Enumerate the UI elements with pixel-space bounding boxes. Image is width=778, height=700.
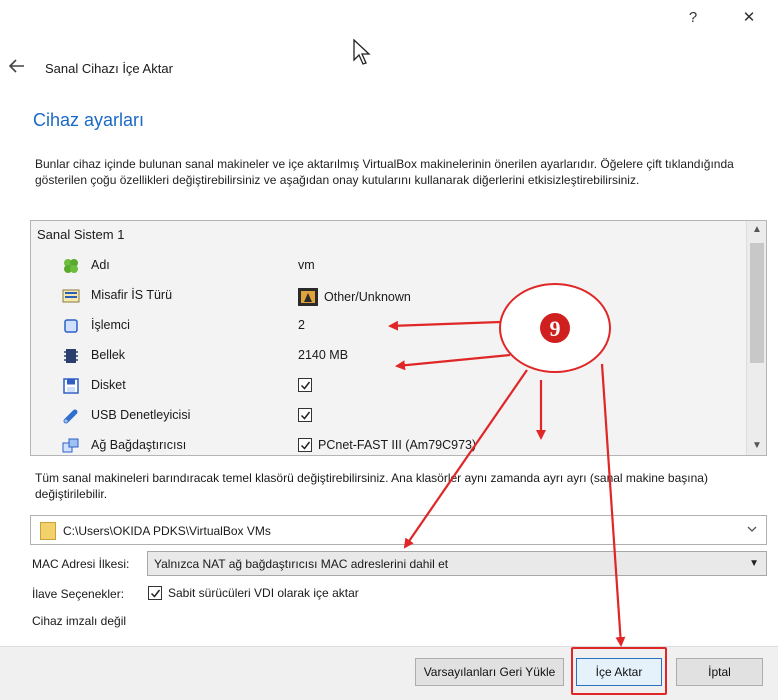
- mouse-cursor-icon: [353, 38, 371, 65]
- signature-status: Cihaz imzalı değil: [32, 614, 127, 628]
- close-button[interactable]: ✕: [734, 6, 764, 30]
- extra-options-label: İlave Seçenekler:: [32, 587, 125, 601]
- scroll-up-icon[interactable]: ▲: [747, 221, 766, 239]
- scroll-thumb[interactable]: [750, 243, 764, 363]
- row-value: [298, 378, 312, 392]
- import-vdi-checkbox[interactable]: [148, 586, 162, 600]
- appliance-settings-tree[interactable]: Sanal Sistem 1 Adı vm Misafir İS Türü Ot…: [30, 220, 767, 456]
- mac-policy-select[interactable]: Yalnızca NAT ağ bağdaştırıcısı MAC adres…: [147, 551, 767, 576]
- row-label: Disket: [91, 378, 126, 392]
- restore-defaults-button[interactable]: Varsayılanları Geri Yükle: [415, 658, 564, 686]
- unknown-os-icon: [298, 288, 318, 306]
- row-label: Adı: [91, 258, 110, 272]
- row-label: Bellek: [91, 348, 126, 362]
- row-value-text: 2: [298, 318, 305, 332]
- checkmark-icon: [300, 441, 310, 450]
- tree-row-cpu[interactable]: İşlemci 2: [31, 311, 745, 341]
- cpu-icon: [64, 319, 78, 333]
- back-arrow-icon[interactable]: [6, 56, 28, 76]
- row-value-text: 2140 MB: [298, 348, 349, 362]
- network-checkbox[interactable]: [298, 438, 312, 452]
- row-value: Other/Unknown: [298, 288, 411, 306]
- base-folder-combo[interactable]: C:\Users\OKIDA PDKS\VirtualBox VMs: [30, 515, 767, 545]
- folder-icon: [40, 522, 56, 540]
- base-folder-note: Tüm sanal makineleri barındıracak temel …: [35, 471, 708, 501]
- checkmark-icon: [300, 381, 310, 390]
- os-type-icon: [62, 289, 80, 303]
- tree-scrollbar[interactable]: ▲ ▼: [746, 221, 766, 455]
- checkmark-icon: [150, 589, 160, 598]
- dialog-title: Sanal Cihazı İçe Aktar: [45, 61, 173, 76]
- usb-icon: [63, 409, 78, 424]
- dropdown-arrow-icon[interactable]: ▼: [749, 558, 759, 569]
- tree-row-memory[interactable]: Bellek 2140 MB: [31, 341, 745, 371]
- tree-row-name[interactable]: Adı vm: [31, 251, 745, 281]
- import-highlight-box: [571, 647, 667, 695]
- mac-policy-label: MAC Adresi İlkesi:: [32, 557, 130, 571]
- name-icon: [64, 259, 78, 273]
- row-value: vm: [298, 258, 315, 272]
- row-value-text: PCnet-FAST III (Am79C973): [318, 438, 477, 452]
- chevron-down-icon[interactable]: [746, 523, 758, 535]
- tree-row-network[interactable]: Ağ Bağdaştırıcısı PCnet-FAST III (Am79C9…: [31, 431, 745, 455]
- import-vdi-label: Sabit sürücüleri VDI olarak içe aktar: [168, 586, 359, 600]
- row-label: Ağ Bağdaştırıcısı: [91, 438, 187, 452]
- memory-icon: [64, 349, 78, 363]
- virtual-system-group[interactable]: Sanal Sistem 1: [37, 227, 124, 242]
- usb-checkbox[interactable]: [298, 408, 312, 422]
- row-value: [298, 408, 312, 422]
- floppy-checkbox[interactable]: [298, 378, 312, 392]
- checkmark-icon: [300, 411, 310, 420]
- tree-row-os-type[interactable]: Misafir İS Türü Other/Unknown: [31, 281, 745, 311]
- tree-row-floppy[interactable]: Disket: [31, 371, 745, 401]
- import-vdi-option[interactable]: Sabit sürücüleri VDI olarak içe aktar: [148, 586, 359, 600]
- row-value-text: vm: [298, 258, 315, 272]
- row-value-text: Other/Unknown: [324, 290, 411, 304]
- row-label: USB Denetleyicisi: [91, 408, 191, 422]
- row-value: 2140 MB: [298, 348, 348, 362]
- section-description: Bunlar cihaz içinde bulunan sanal makine…: [35, 157, 734, 187]
- cancel-button[interactable]: İptal: [676, 658, 763, 686]
- help-button[interactable]: ?: [678, 6, 708, 30]
- row-label: İşlemci: [91, 318, 130, 332]
- network-icon: [62, 438, 79, 453]
- scroll-down-icon[interactable]: ▼: [747, 437, 766, 455]
- base-folder-path: C:\Users\OKIDA PDKS\VirtualBox VMs: [63, 524, 271, 538]
- row-value: PCnet-FAST III (Am79C973): [298, 438, 476, 452]
- section-title: Cihaz ayarları: [33, 110, 145, 130]
- row-label: Misafir İS Türü: [91, 288, 173, 302]
- row-value: 2: [298, 318, 305, 332]
- tree-row-usb[interactable]: USB Denetleyicisi: [31, 401, 745, 431]
- mac-policy-value: Yalnızca NAT ağ bağdaştırıcısı MAC adres…: [154, 557, 449, 571]
- floppy-icon: [63, 378, 79, 394]
